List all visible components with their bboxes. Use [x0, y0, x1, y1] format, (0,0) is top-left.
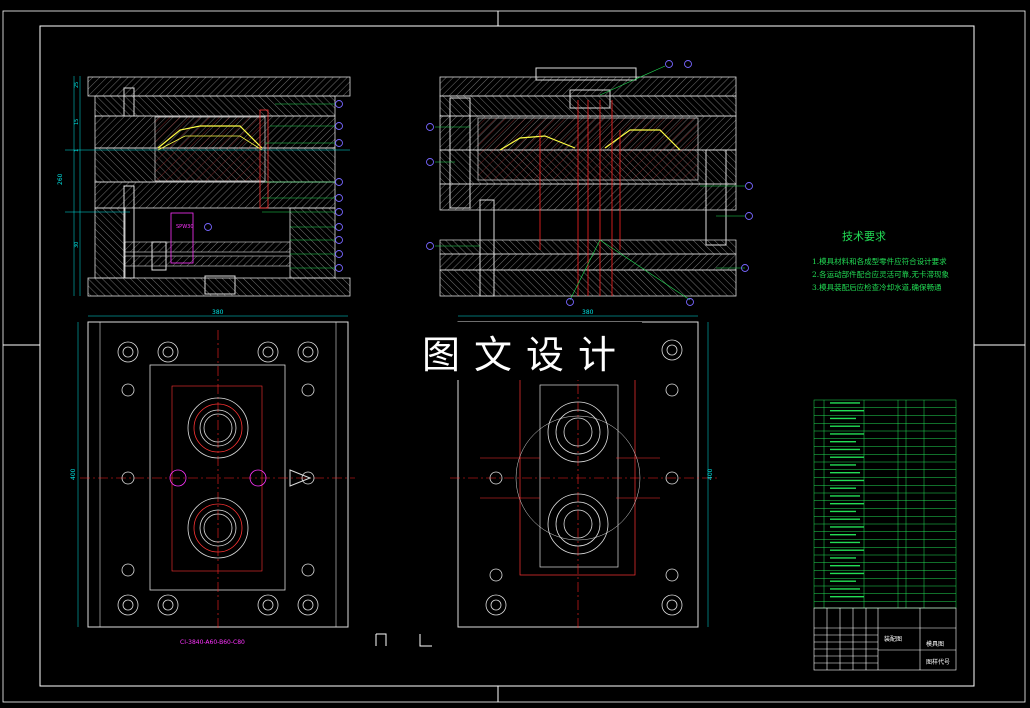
- left-plan-view: 380 400 CI-3840-A60-B60-C80: [70, 309, 355, 646]
- tech-requirements-title: 技术要求: [842, 230, 886, 243]
- top-dim-2: 15: [74, 119, 80, 125]
- bom-cell-mark: [830, 588, 860, 590]
- bom-cell-mark: [830, 580, 856, 582]
- bom-cell-mark: [830, 557, 856, 559]
- tech-requirement-line: 2.各运动部件配合应灵活可靠,无卡滞现象: [812, 270, 950, 279]
- bom-cell-mark: [830, 456, 864, 458]
- top-dim-4: 30: [74, 242, 80, 248]
- bom-cell-mark: [830, 487, 856, 489]
- bom-cell-mark: [830, 596, 864, 598]
- bom-cell-mark: [830, 433, 864, 435]
- right-section-view: [426, 60, 753, 306]
- title-block-code: 图样代号: [926, 658, 950, 666]
- bom-cell-mark: [830, 448, 860, 451]
- title-block-name: 装配图: [884, 635, 902, 643]
- bom-table: [813, 399, 957, 609]
- bom-cell-mark: [830, 534, 856, 536]
- tech-requirements-body: 1.模具材料和各成型零件应符合设计要求 2.各运动部件配合应灵活可靠,无卡滞现象…: [812, 255, 962, 294]
- bom-cell-mark: [830, 410, 864, 412]
- bom-cell-mark: [830, 402, 860, 404]
- watermark: 图文设计: [410, 322, 642, 380]
- bom-cell-mark: [830, 479, 864, 482]
- tech-requirement-line: 1.模具材料和各成型零件应符合设计要求: [812, 257, 947, 266]
- bom-cell-mark: [830, 510, 856, 513]
- top-dim-3: 1: [74, 149, 80, 152]
- part-code: CI-3840-A60-B60-C80: [180, 639, 245, 646]
- bom-cell-mark: [830, 526, 864, 528]
- right-guide-holes: [485, 339, 683, 616]
- left-section-view: SPW30 260 25 15 1 30: [57, 76, 351, 297]
- bom-cell-mark: [830, 549, 864, 551]
- bom-cell-mark: [830, 518, 860, 520]
- bom-cell-mark: [830, 541, 860, 544]
- bom-cell-mark: [830, 495, 860, 497]
- left-plan-height-dim: 400: [70, 468, 77, 480]
- bom-cell-mark: [830, 572, 864, 575]
- bom-cell-mark: [830, 503, 864, 505]
- bom-cell-mark: [830, 464, 856, 466]
- bom-cell-mark: [830, 417, 856, 420]
- bom-cell-mark: [830, 472, 860, 474]
- right-plan-height-dim: 400: [707, 468, 714, 480]
- left-overall-height-dim: 260: [57, 173, 64, 185]
- title-block-subtitle: 模具图: [926, 640, 944, 648]
- left-width-dim: 380: [212, 309, 224, 316]
- spring-label: SPW30: [176, 224, 194, 230]
- bom-cell-mark: [830, 565, 860, 567]
- tech-requirement-line: 3.模具装配后应检查冷却水道,确保畅通: [812, 283, 942, 292]
- bom-cell-mark: [830, 441, 856, 443]
- top-dim-1: 25: [74, 82, 80, 88]
- bom-cell-mark: [830, 425, 860, 427]
- right-width-dim: 380: [582, 309, 594, 316]
